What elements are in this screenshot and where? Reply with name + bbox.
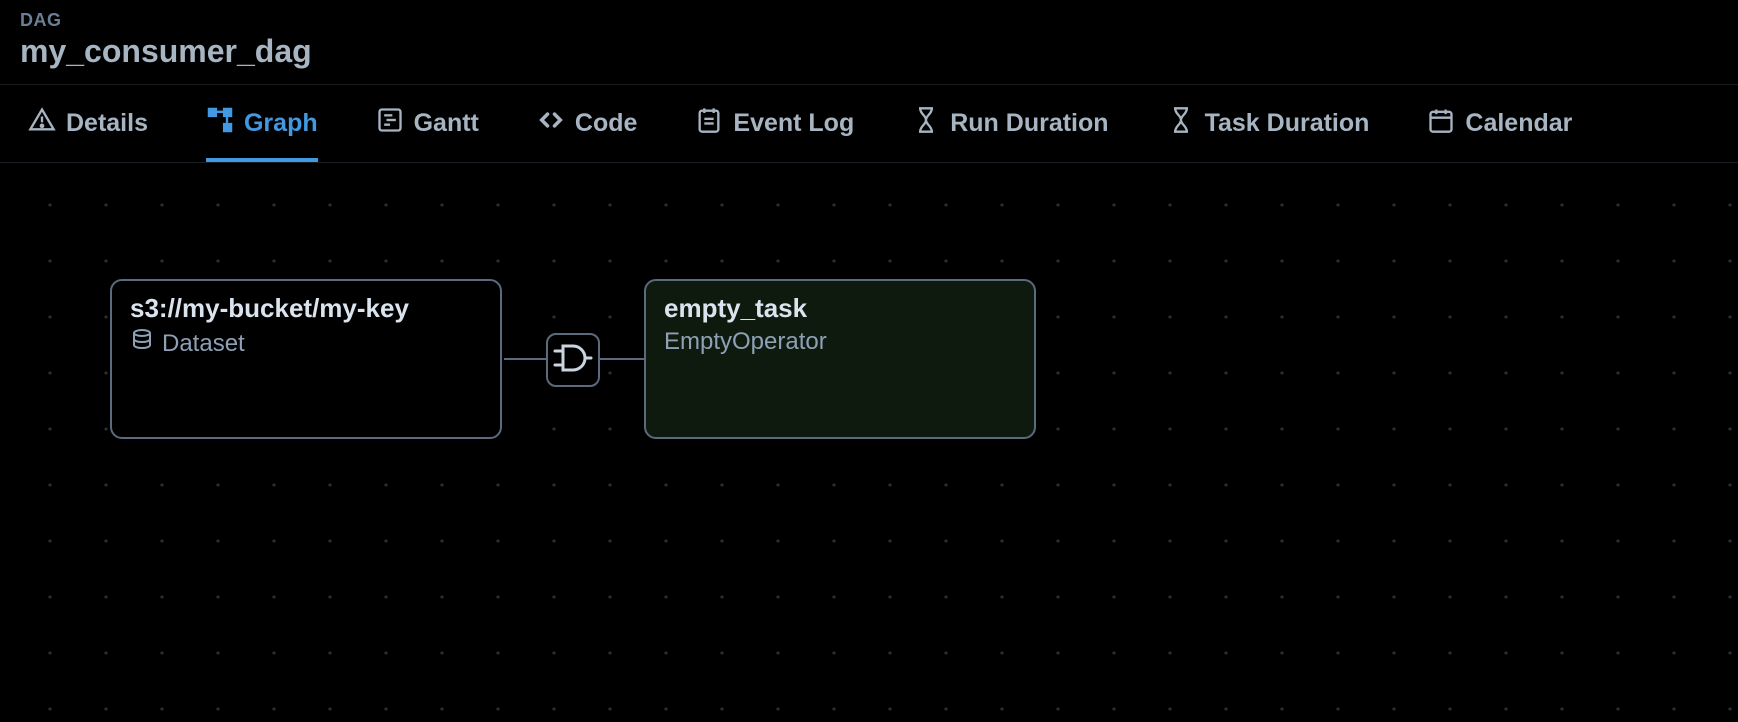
- tab-label: Code: [575, 109, 638, 138]
- node-title: empty_task: [664, 293, 1016, 324]
- tab-calendar[interactable]: Calendar: [1427, 85, 1572, 162]
- header-type-label: DAG: [20, 10, 1718, 31]
- tab-code[interactable]: Code: [537, 85, 638, 162]
- tab-label: Event Log: [733, 109, 854, 138]
- node-subtitle: Dataset: [162, 330, 245, 358]
- graph-icon: [206, 106, 234, 141]
- node-title: s3://my-bucket/my-key: [130, 293, 482, 324]
- tab-label: Graph: [244, 109, 318, 138]
- calendar-icon: [1427, 106, 1455, 141]
- page-header: DAG my_consumer_dag: [0, 0, 1738, 85]
- tab-event-log[interactable]: Event Log: [695, 85, 854, 162]
- tab-label: Details: [66, 109, 148, 138]
- tab-label: Calendar: [1465, 109, 1572, 138]
- tab-graph[interactable]: Graph: [206, 85, 318, 162]
- gantt-icon: [376, 106, 404, 141]
- hourglass-icon: [1167, 106, 1195, 141]
- tab-gantt[interactable]: Gantt: [376, 85, 479, 162]
- node-subtitle-row: EmptyOperator: [664, 328, 1016, 356]
- node-subtitle-row: Dataset: [130, 328, 482, 359]
- graph-canvas[interactable]: s3://my-bucket/my-key Dataset empty_task…: [0, 163, 1738, 713]
- warning-triangle-icon: [28, 106, 56, 141]
- code-icon: [537, 106, 565, 141]
- dag-title: my_consumer_dag: [20, 33, 1718, 70]
- event-log-icon: [695, 106, 723, 141]
- tab-label: Run Duration: [950, 109, 1108, 138]
- graph-node-dataset[interactable]: s3://my-bucket/my-key Dataset: [110, 279, 502, 439]
- tab-task-duration[interactable]: Task Duration: [1167, 85, 1370, 162]
- trigger-rule-gate: [546, 333, 600, 387]
- and-gate-icon: [553, 338, 593, 383]
- tab-label: Gantt: [414, 109, 479, 138]
- view-tabs: Details Graph Gantt Code Event Log Run D…: [0, 85, 1738, 163]
- tab-run-duration[interactable]: Run Duration: [912, 85, 1108, 162]
- tab-label: Task Duration: [1205, 109, 1370, 138]
- database-icon: [130, 328, 154, 359]
- tab-details[interactable]: Details: [28, 85, 148, 162]
- node-subtitle: EmptyOperator: [664, 328, 827, 356]
- graph-node-task[interactable]: empty_task EmptyOperator: [644, 279, 1036, 439]
- hourglass-icon: [912, 106, 940, 141]
